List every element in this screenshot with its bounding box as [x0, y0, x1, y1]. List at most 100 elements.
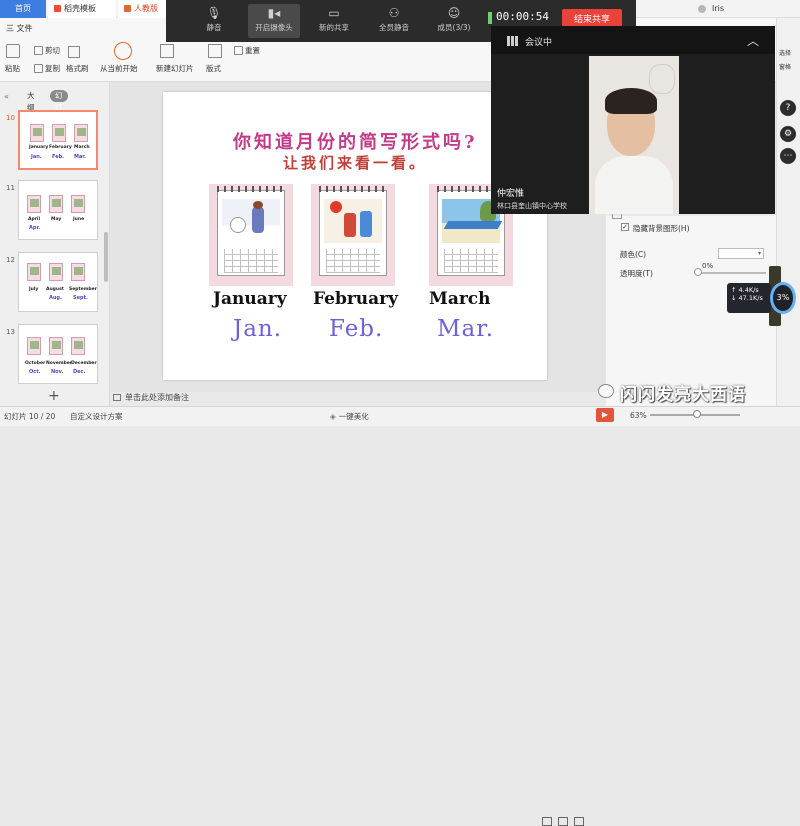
tab-home[interactable]: 首页	[0, 0, 46, 18]
tab-ppt-document[interactable]: 人教版PPT	[118, 0, 166, 31]
normal-view-icon[interactable]	[542, 817, 552, 826]
mute-all-label: 全员静音	[379, 23, 409, 32]
status-bar: 幻灯片 10 / 20 自定义设计方案 ◈ 一键美化 63%	[0, 406, 800, 826]
zoom-slider-handle[interactable]	[693, 410, 701, 418]
thumbnail-number: 10	[6, 114, 15, 122]
format-painter-button[interactable]: 格式刷	[66, 64, 89, 74]
thumb-abbr: Apr.	[29, 225, 41, 231]
meeting-window-header[interactable]: 会议中 ︿	[491, 26, 775, 54]
calendar-january[interactable]	[209, 184, 293, 286]
slide-thumbnail-13[interactable]: October November December Oct. Nov. Dec.	[18, 324, 98, 384]
new-slide-icon[interactable]	[160, 44, 174, 58]
participant-hair	[605, 88, 657, 114]
calendar-thumb	[27, 263, 41, 281]
new-slide-button[interactable]: 新建幻灯片	[156, 64, 194, 74]
slide-subtitle[interactable]: 让我们来看一看。	[283, 152, 427, 173]
color-dropdown[interactable]: ▾	[718, 248, 764, 259]
slide[interactable]: 你知道月份的简写形式吗? 让我们来看一看。 January February M…	[163, 92, 547, 380]
month-abbreviation[interactable]: Feb.	[329, 316, 383, 342]
slide-thumbnail-10[interactable]: January February March Jan. Feb. Mar.	[18, 110, 98, 170]
download-speed: ↓ 47.1K/s	[731, 294, 763, 302]
user-name[interactable]: Iris	[712, 4, 724, 13]
slide-sorter-icon[interactable]	[558, 817, 568, 826]
avatar[interactable]	[698, 5, 706, 13]
thumb-month: November	[46, 361, 73, 366]
chevron-down-icon: ▾	[757, 250, 761, 257]
paste-icon[interactable]	[6, 44, 20, 58]
tab-slides[interactable]: 幻灯片	[50, 90, 68, 124]
notes-area[interactable]: 单击此处添加备注	[113, 392, 189, 403]
settings-icon[interactable]: ⚙	[780, 126, 796, 142]
layout-button[interactable]: 版式	[206, 64, 221, 74]
new-share-button[interactable]: ▭ 新的共享	[308, 4, 360, 38]
tab-label: 稻壳模板	[64, 4, 96, 13]
slide-thumbnail-11[interactable]: April May June Apr.	[18, 180, 98, 240]
play-icon[interactable]	[114, 42, 132, 60]
reading-view-icon[interactable]	[574, 817, 584, 826]
more-icon[interactable]: ⋯	[780, 148, 796, 164]
sidebar-label[interactable]: 选择	[779, 48, 791, 57]
thumb-month: September	[69, 287, 97, 292]
play-from-current-button[interactable]: 从当前开始	[100, 64, 138, 74]
thumb-month: June	[73, 217, 85, 222]
design-scheme[interactable]: 自定义设计方案	[70, 411, 123, 422]
calendar-thumb	[49, 263, 63, 281]
layout-icon[interactable]	[208, 44, 222, 58]
paste-button[interactable]: 粘贴	[5, 64, 20, 74]
calendar-grid	[224, 249, 278, 273]
mute-all-icon: ⚇	[388, 6, 400, 20]
hide-background-checkbox[interactable]: ✓	[621, 223, 629, 231]
month-name[interactable]: March	[429, 289, 491, 309]
participant-school: 林口县奎山镇中心学校	[497, 202, 567, 210]
file-menu[interactable]: 三 文件	[6, 22, 33, 36]
reset-button[interactable]: 重置	[234, 46, 260, 56]
format-painter-icon[interactable]	[68, 46, 80, 58]
members-button[interactable]: ☺ 成员(3/3)	[428, 4, 480, 38]
wechat-logo-icon	[598, 384, 614, 398]
festival-illustration	[324, 199, 382, 243]
calendar-grid	[444, 249, 498, 273]
slideshow-play-button[interactable]: ▶	[596, 408, 614, 422]
opacity-slider[interactable]	[696, 272, 766, 274]
month-name[interactable]: January	[213, 289, 287, 309]
tab-outline[interactable]: 大纲	[22, 90, 40, 112]
upload-speed-value: 4.4	[738, 286, 749, 294]
month-abbreviation[interactable]: Mar.	[437, 316, 494, 342]
thumbnail-number: 13	[6, 328, 15, 336]
mute-button[interactable]: 🎙 静音	[188, 4, 240, 38]
opacity-slider-handle[interactable]	[694, 268, 702, 276]
thumbnail-scrollbar[interactable]	[104, 232, 108, 282]
scissors-icon	[34, 46, 43, 55]
tab-docer-templates[interactable]: 稻壳模板	[48, 0, 116, 18]
add-slide-button[interactable]: +	[48, 388, 60, 404]
chevron-up-icon[interactable]: ︿	[747, 32, 759, 49]
help-icon[interactable]: ?	[780, 100, 796, 116]
new-share-label: 新的共享	[319, 23, 349, 32]
signal-icon	[507, 36, 519, 46]
zoom-level[interactable]: 63%	[630, 411, 647, 420]
members-label: 成员(3/3)	[437, 23, 471, 32]
calendar-february[interactable]	[311, 184, 395, 286]
sidebar-label[interactable]: 窗格	[779, 62, 791, 71]
cpu-usage-ring[interactable]: 3%	[770, 282, 796, 314]
reset-label: 重置	[245, 46, 260, 55]
meeting-timer: 00:00:54	[496, 10, 549, 23]
thumb-month: December	[71, 361, 97, 366]
snowman-illustration	[222, 199, 280, 243]
thumb-abbr: Oct.	[29, 369, 41, 375]
mute-all-button[interactable]: ⚇ 全员静音	[368, 4, 420, 38]
month-name[interactable]: February	[313, 289, 398, 309]
cut-button[interactable]: 剪切	[34, 46, 60, 56]
calendar-thumb	[27, 337, 41, 355]
meeting-status: 会议中	[525, 38, 553, 48]
slide-title[interactable]: 你知道月份的简写形式吗?	[233, 128, 478, 154]
collapse-panel-icon[interactable]: «	[4, 92, 9, 101]
beautify-button[interactable]: ◈ 一键美化	[330, 411, 369, 422]
copy-button[interactable]: 复制	[34, 64, 60, 74]
slide-thumbnail-12[interactable]: July August September Aug. Sept.	[18, 252, 98, 312]
thumb-month: April	[28, 217, 41, 222]
month-abbreviation[interactable]: Jan.	[233, 316, 282, 342]
calendar-thumb	[71, 195, 85, 213]
meeting-video-window[interactable]: 会议中 ︿ 仲宏惟 林口县奎山镇中心学校	[491, 26, 775, 214]
camera-button[interactable]: ▮◂ 开启摄像头	[248, 4, 300, 38]
